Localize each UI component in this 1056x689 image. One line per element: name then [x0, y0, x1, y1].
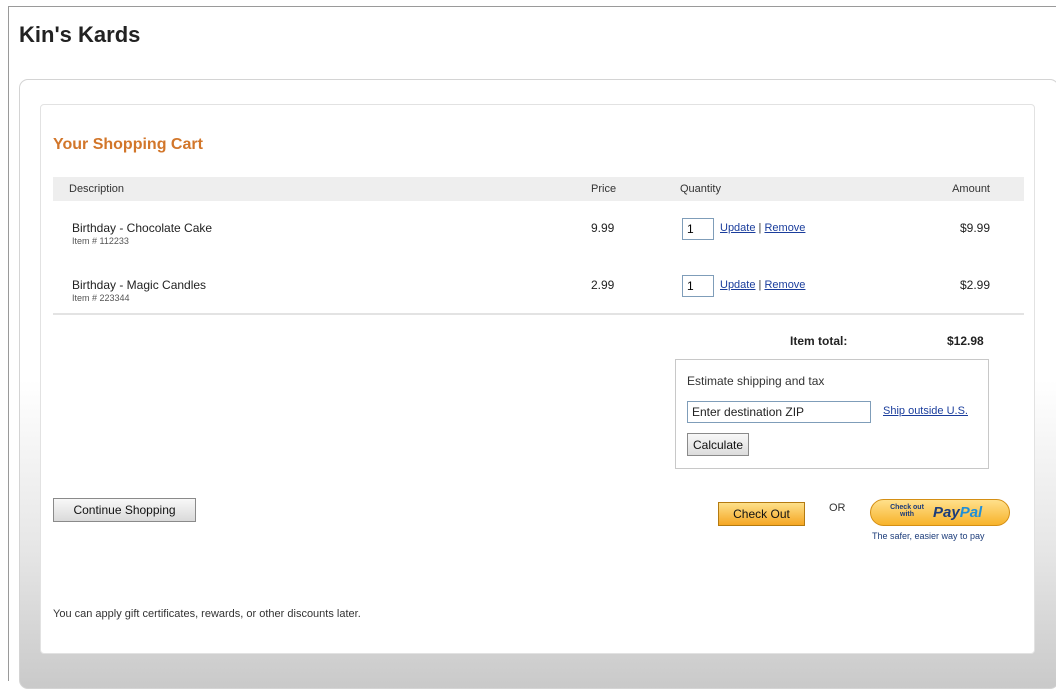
item-amount: $9.99 — [959, 221, 990, 235]
cart-row: Birthday - Magic Candles Item # 223344 2… — [53, 275, 1024, 328]
discount-footnote: You can apply gift certificates, rewards… — [53, 608, 361, 620]
zip-input[interactable] — [687, 401, 871, 423]
item-number: Item # 112233 — [72, 236, 129, 246]
item-price: 9.99 — [591, 221, 615, 235]
shipping-title: Estimate shipping and tax — [687, 374, 825, 388]
paypal-tagline: The safer, easier way to pay — [872, 531, 985, 541]
column-description: Description — [69, 183, 125, 195]
item-total-label: Item total: — [790, 334, 848, 348]
link-separator: | — [758, 279, 762, 291]
item-number: Item # 223344 — [72, 293, 130, 303]
site-title: Kin's Kards — [19, 22, 141, 47]
paypal-logo-pal: Pal — [959, 504, 983, 521]
paypal-small-text: Check out with — [890, 504, 924, 518]
item-description: Birthday - Chocolate Cake — [72, 221, 213, 235]
column-price: Price — [591, 183, 617, 195]
column-quantity: Quantity — [680, 183, 721, 195]
shipping-estimate-box: Estimate shipping and tax Ship outside U… — [675, 359, 989, 469]
paypal-checkout-button[interactable]: Check out with PayPal — [870, 499, 1010, 526]
quantity-input[interactable] — [682, 275, 714, 297]
item-price: 2.99 — [591, 278, 615, 292]
row-links: Update | Remove — [720, 222, 805, 234]
item-total-value: $12.98 — [947, 334, 984, 348]
calculate-button[interactable]: Calculate — [687, 433, 750, 456]
quantity-input[interactable] — [682, 218, 714, 240]
or-label: OR — [829, 502, 846, 514]
table-divider — [53, 313, 1024, 315]
cart-table-header: Description Price Quantity Amount — [53, 177, 1024, 201]
ship-outside-link[interactable]: Ship outside U.S. — [883, 405, 968, 417]
link-separator: | — [758, 222, 762, 234]
item-description: Birthday - Magic Candles — [72, 278, 207, 292]
remove-link[interactable]: Remove — [764, 279, 805, 291]
continue-shopping-button[interactable]: Continue Shopping — [53, 498, 196, 522]
update-link[interactable]: Update — [720, 279, 755, 291]
cart-title: Your Shopping Cart — [53, 136, 203, 153]
paypal-logo-pay: Pay — [933, 504, 960, 521]
checkout-button[interactable]: Check Out — [718, 502, 805, 526]
item-amount: $2.99 — [959, 278, 990, 292]
cart-row: Birthday - Chocolate Cake Item # 112233 … — [53, 218, 1024, 271]
update-link[interactable]: Update — [720, 222, 755, 234]
row-links: Update | Remove — [720, 279, 805, 291]
paypal-logo: PayPal — [933, 504, 982, 521]
remove-link[interactable]: Remove — [764, 222, 805, 234]
column-amount: Amount — [952, 183, 990, 195]
